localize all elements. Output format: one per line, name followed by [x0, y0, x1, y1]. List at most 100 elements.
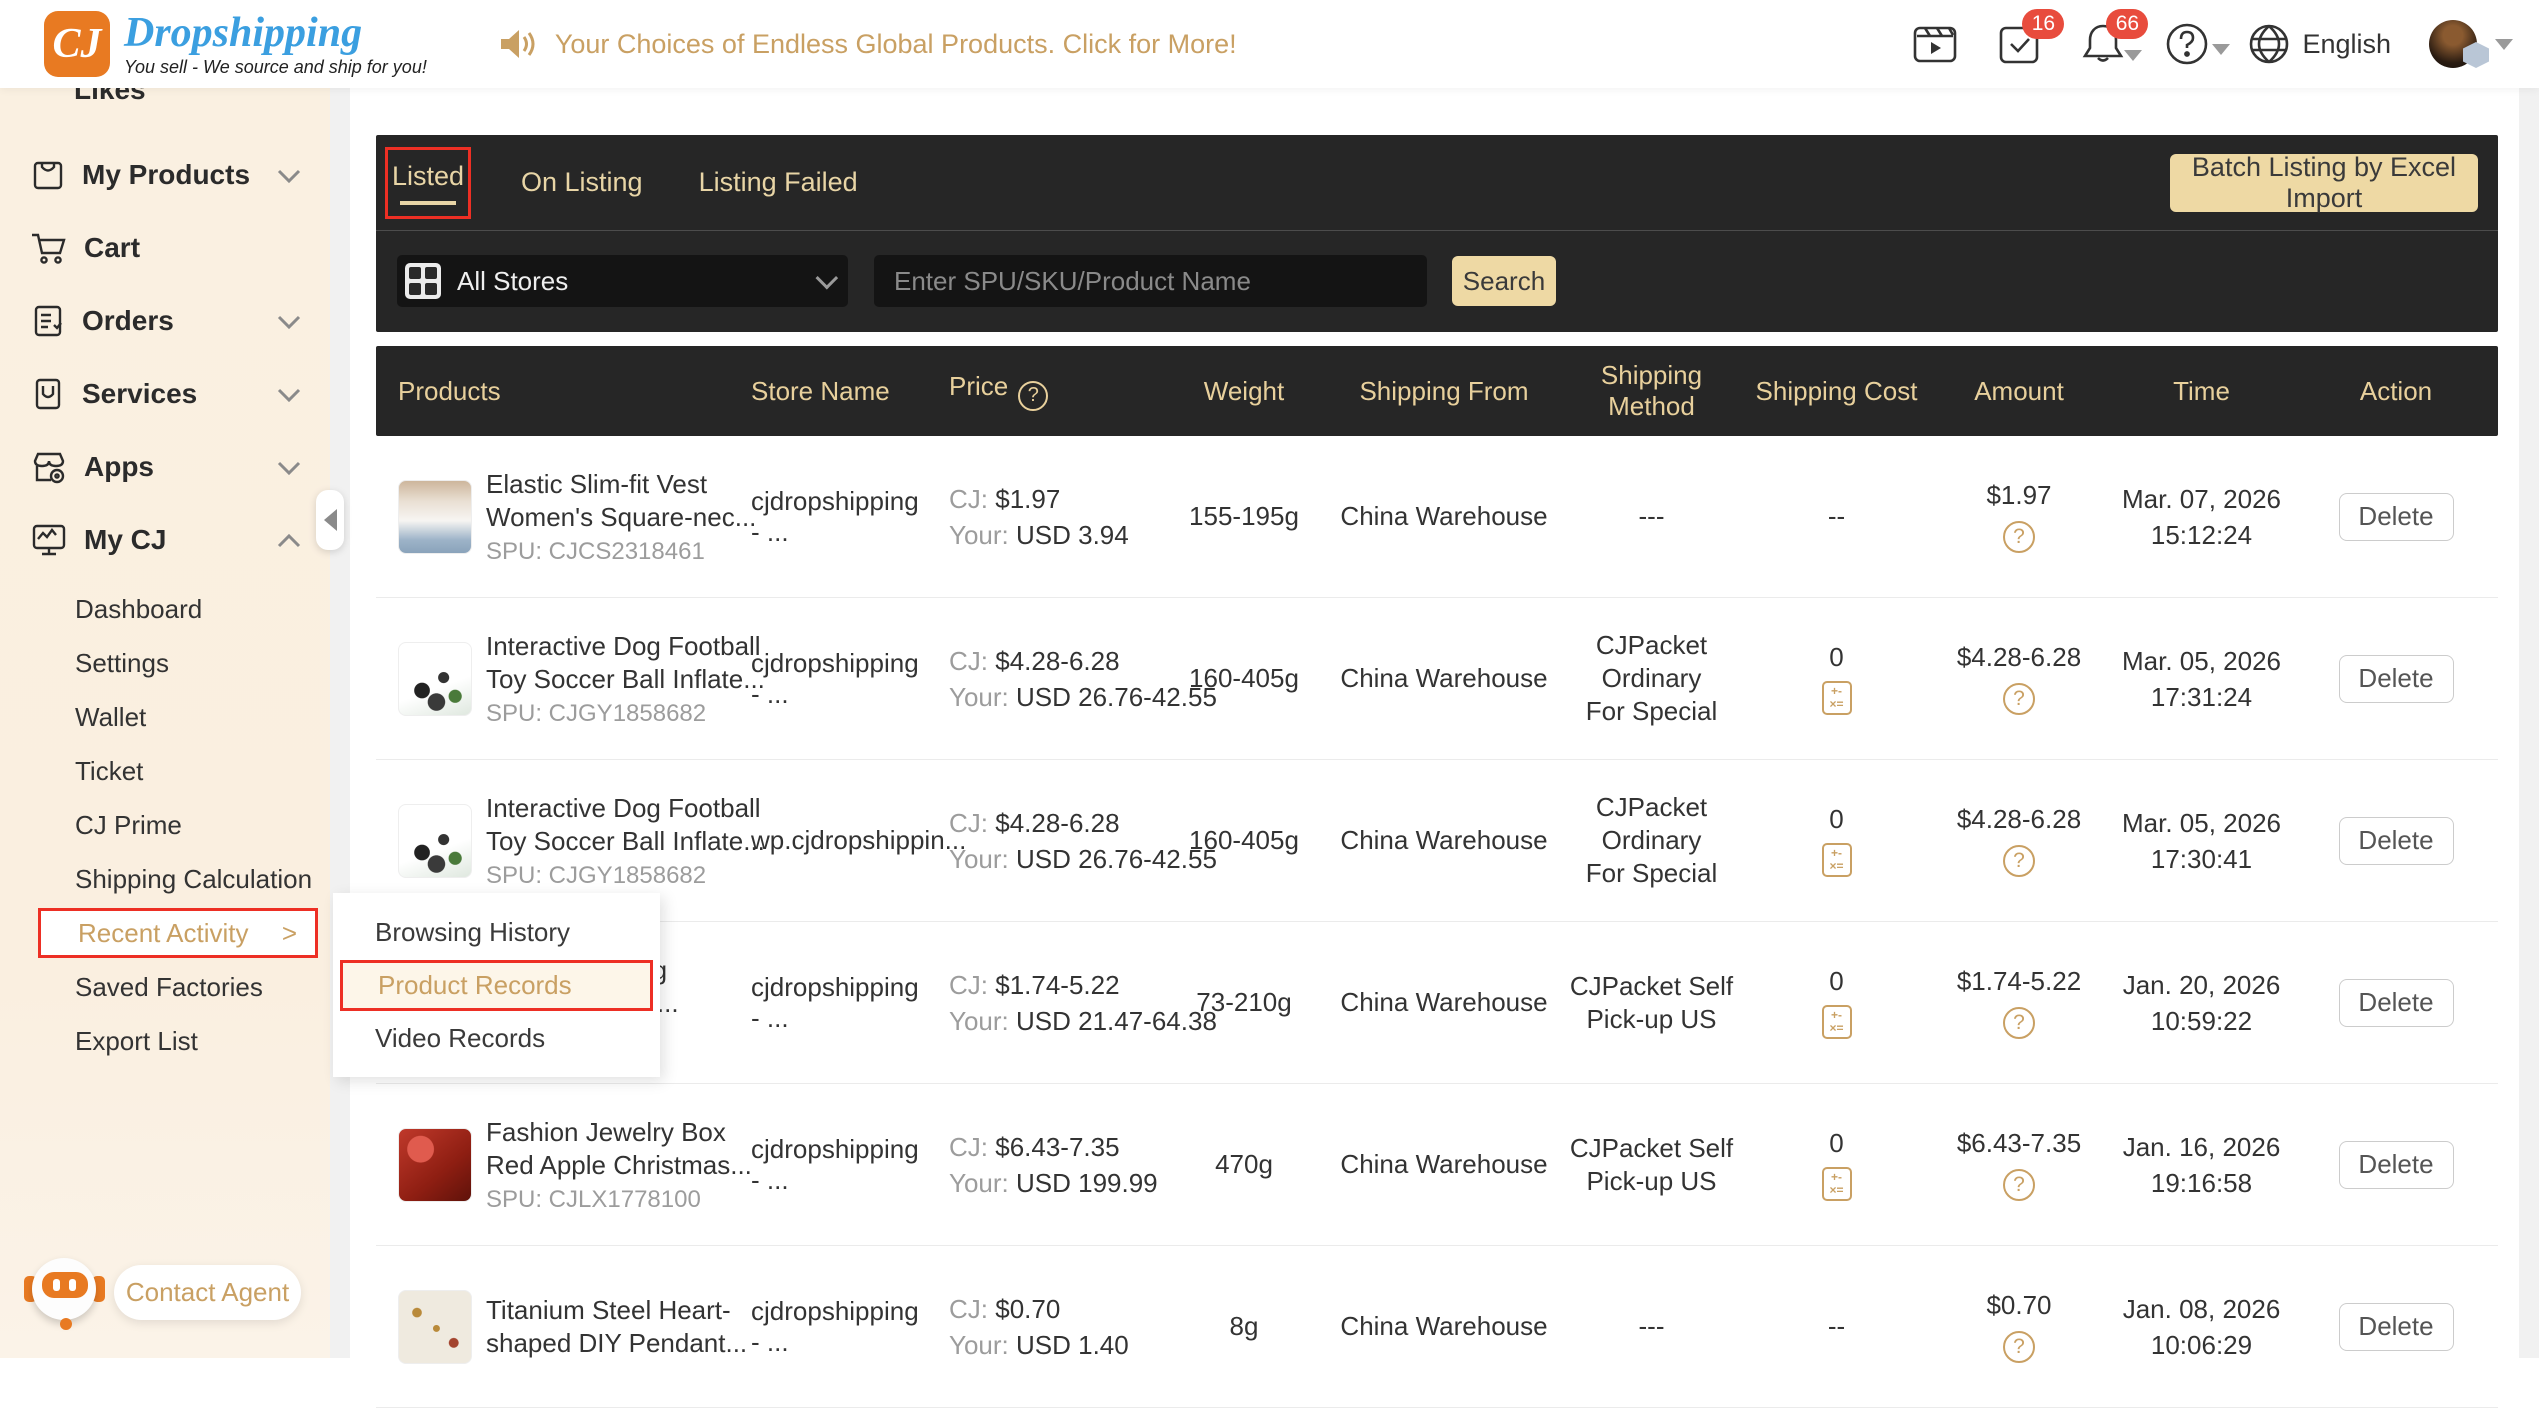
- sidebar-item-services[interactable]: Services: [0, 357, 330, 430]
- support-robot-icon[interactable]: [18, 1252, 110, 1332]
- notifications-bell-icon[interactable]: 66: [2080, 9, 2149, 67]
- delete-button[interactable]: Delete: [2338, 1140, 2454, 1189]
- sidebar-collapse-button[interactable]: [316, 490, 344, 550]
- cj-price-value: $4.28-6.28: [995, 807, 1120, 838]
- shipping-from-value: China Warehouse: [1340, 987, 1548, 1017]
- amount-help-icon[interactable]: [2003, 1331, 2035, 1363]
- price-help-icon[interactable]: ?: [1018, 380, 1049, 411]
- app-logo[interactable]: CJ Dropshipping You sell - We source and…: [44, 11, 427, 78]
- menu-item-video-records[interactable]: Video Records: [333, 1011, 660, 1066]
- amount-cell: $0.70: [1929, 1290, 2109, 1363]
- shipping-method-line1: CJPacket Self: [1569, 1132, 1734, 1163]
- tasks-icon[interactable]: 16: [1996, 9, 2065, 67]
- time-value: 10:06:29: [2150, 1329, 2253, 1360]
- cj-price-value: $0.70: [995, 1293, 1061, 1324]
- amount-help-icon[interactable]: [2003, 1169, 2035, 1201]
- sidebar-item-cart[interactable]: Cart: [0, 211, 330, 284]
- col-shipping-from: Shipping From: [1359, 375, 1529, 406]
- amount-value: $0.70: [1986, 1290, 2052, 1320]
- cj-logo-icon: CJ: [44, 11, 110, 77]
- amount-help-icon[interactable]: [2003, 521, 2035, 553]
- shipping-method-line2: Pick-up US: [1586, 1165, 1717, 1196]
- amount-help-icon[interactable]: [2003, 845, 2035, 877]
- sidebar-item-ticket[interactable]: Ticket: [0, 744, 330, 798]
- amount-value: $1.97: [1986, 480, 2052, 510]
- search-input[interactable]: [874, 255, 1427, 307]
- batch-listing-button[interactable]: Batch Listing by Excel Import: [2170, 152, 2478, 213]
- store-filter-select[interactable]: All Stores: [397, 255, 848, 307]
- time-value: 17:31:24: [2150, 681, 2253, 712]
- contact-agent-button[interactable]: Contact Agent: [114, 1264, 301, 1320]
- announcement-banner[interactable]: Your Choices of Endless Global Products.…: [499, 27, 1237, 61]
- store-name: wp.cjdropshippin...: [751, 825, 967, 855]
- sidebar-item-shipping-calculation[interactable]: Shipping Calculation: [0, 852, 330, 906]
- calculator-icon[interactable]: +- ×=: [1821, 1167, 1852, 1201]
- cj-price-value: $1.97: [995, 483, 1061, 514]
- delete-button[interactable]: Delete: [2338, 816, 2454, 865]
- help-icon[interactable]: [2164, 21, 2231, 67]
- sidebar-item-likes-clipped[interactable]: Likes: [0, 88, 330, 110]
- time-value: 10:59:22: [2150, 1005, 2253, 1036]
- product-cell[interactable]: Interactive Dog Football Toy Soccer Ball…: [376, 630, 765, 728]
- calculator-icon[interactable]: +- ×=: [1821, 1005, 1852, 1039]
- amount-value: $4.28-6.28: [1956, 804, 2082, 834]
- page-scrollbar[interactable]: [2519, 88, 2539, 1358]
- sidebar-item-settings[interactable]: Settings: [0, 636, 330, 690]
- delete-button[interactable]: Delete: [2338, 978, 2454, 1027]
- table-row: Interactive Dog Football Toy Soccer Ball…: [376, 598, 2498, 760]
- col-weight: Weight: [1203, 375, 1285, 406]
- product-cell[interactable]: Elastic Slim-fit Vest Women's Square-nec…: [376, 468, 757, 566]
- calculator-icon[interactable]: +- ×=: [1821, 681, 1852, 715]
- menu-item-product-records[interactable]: Product Records: [340, 959, 653, 1011]
- product-photo: [398, 641, 472, 716]
- account-menu[interactable]: [2429, 20, 2513, 68]
- amount-cell: $1.97: [1929, 480, 2109, 553]
- product-cell[interactable]: Interactive Dog Football Toy Soccer Ball…: [376, 792, 765, 890]
- product-spu: SPU: CJLX1778100: [486, 1185, 701, 1213]
- search-button[interactable]: Search: [1452, 256, 1556, 306]
- sidebar-item-saved-factories[interactable]: Saved Factories: [0, 960, 330, 1014]
- shipping-method-line1: CJPacket Ordinary: [1595, 792, 1708, 855]
- tab-listed-highlight-box[interactable]: Listed: [385, 146, 471, 219]
- product-cell[interactable]: Fashion Jewelry Box Red Apple Christmas.…: [376, 1116, 752, 1214]
- product-table-body: Elastic Slim-fit Vest Women's Square-nec…: [376, 436, 2498, 1408]
- sidebar-item-apps[interactable]: Apps: [0, 430, 330, 503]
- service-card-icon: [35, 378, 61, 409]
- video-tutorial-icon[interactable]: [1912, 21, 1958, 67]
- sidebar-scrollbar[interactable]: [330, 88, 350, 1358]
- tab-listing-failed[interactable]: Listing Failed: [699, 167, 858, 198]
- product-cell[interactable]: Titanium Steel Heart- shaped DIY Pendant…: [376, 1289, 748, 1364]
- date-value: Mar. 05, 2026: [2122, 645, 2281, 676]
- delete-button[interactable]: Delete: [2338, 654, 2454, 703]
- amount-help-icon[interactable]: [2003, 683, 2035, 715]
- shipping-method-cell: CJPacket Ordinary For Special: [1559, 791, 1744, 890]
- amount-cell: $4.28-6.28: [1929, 804, 2109, 877]
- calculator-icon[interactable]: +- ×=: [1821, 843, 1852, 877]
- sidebar-item-my-cj[interactable]: My CJ: [0, 503, 330, 576]
- sidebar-item-export-list[interactable]: Export List: [0, 1014, 330, 1068]
- tab-on-listing[interactable]: On Listing: [521, 167, 643, 198]
- sidebar-item-dashboard[interactable]: Dashboard: [0, 582, 330, 636]
- your-price-value: USD 199.99: [1016, 1167, 1158, 1198]
- your-price-value: USD 3.94: [1016, 519, 1129, 550]
- delete-button[interactable]: Delete: [2338, 492, 2454, 541]
- product-title-line2: shaped DIY Pendant...: [486, 1327, 748, 1358]
- shipping-cost-cell: 0 +- ×=: [1744, 966, 1929, 1039]
- amount-help-icon[interactable]: [2003, 1007, 2035, 1039]
- product-title-line1: Fashion Jewelry Box: [486, 1116, 726, 1147]
- sidebar-item-cj-prime[interactable]: CJ Prime: [0, 798, 330, 852]
- tab-listed[interactable]: Listed: [392, 161, 464, 192]
- delete-button[interactable]: Delete: [2338, 1302, 2454, 1351]
- store-name: cjdropshipping - ...: [751, 1295, 919, 1357]
- sidebar-item-my-products[interactable]: My Products: [0, 138, 330, 211]
- product-title-line2: Women's Square-nec...: [486, 501, 757, 532]
- sidebar-item-orders[interactable]: Orders: [0, 284, 330, 357]
- sidebar-item-recent-activity[interactable]: Recent Activity >: [38, 908, 318, 958]
- menu-item-browsing-history[interactable]: Browsing History: [333, 905, 660, 960]
- sidebar-item-wallet[interactable]: Wallet: [0, 690, 330, 744]
- language-selector[interactable]: English: [2248, 23, 2391, 65]
- time-value: 17:30:41: [2150, 843, 2253, 874]
- col-action: Action: [2359, 375, 2433, 406]
- time-cell: Jan. 16, 2026 19:16:58: [2109, 1129, 2294, 1201]
- price-cell: CJ: $4.28-6.28 Your: USD 26.76-42.55: [929, 643, 1217, 715]
